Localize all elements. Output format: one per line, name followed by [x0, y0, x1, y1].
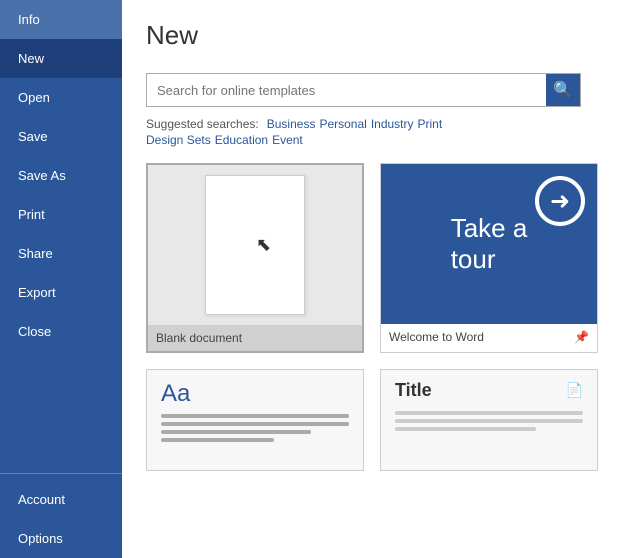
suggested-searches: Suggested searches: Business Personal In… — [146, 117, 598, 131]
template-title[interactable]: Title 📄 — [380, 369, 598, 471]
sidebar-bottom: Account Options — [0, 467, 122, 558]
sidebar-item-new[interactable]: New — [0, 39, 122, 78]
title-line-3 — [395, 427, 536, 431]
sidebar-item-options[interactable]: Options — [0, 519, 122, 558]
document-icon: 📄 — [566, 382, 583, 399]
suggested-link-business[interactable]: Business — [267, 117, 316, 131]
tour-card-preview: ➜ Take a tour — [381, 164, 597, 324]
search-button[interactable]: 🔍 — [546, 74, 580, 106]
tour-text: Take a tour — [435, 213, 544, 275]
page-title: New — [146, 20, 598, 51]
suggested-link-design-sets[interactable]: Design Sets — [146, 133, 211, 147]
title-header: Title 📄 — [395, 380, 583, 401]
sidebar-item-close[interactable]: Close — [0, 312, 122, 351]
aa-letter: Aa — [161, 380, 349, 408]
title-text: Title — [395, 380, 432, 401]
blank-doc-page — [205, 175, 305, 315]
sidebar-item-export[interactable]: Export — [0, 273, 122, 312]
title-line-2 — [395, 419, 583, 423]
suggested-link-education[interactable]: Education — [215, 133, 268, 147]
sidebar-item-account[interactable]: Account — [0, 480, 122, 519]
title-lines — [395, 411, 583, 431]
template-grid: ⬉ Blank document ➜ Take a tour Welcome t… — [146, 163, 598, 471]
main-content: New 🔍 Suggested searches: Business Perso… — [122, 0, 622, 558]
suggested-link-print[interactable]: Print — [418, 117, 443, 131]
aa-line-2 — [161, 422, 349, 426]
suggested-link-industry[interactable]: Industry — [371, 117, 414, 131]
blank-label: Blank document — [156, 331, 242, 345]
blank-label-row: Blank document — [148, 325, 362, 351]
search-icon: 🔍 — [553, 80, 573, 100]
suggested-label: Suggested searches: — [146, 117, 259, 131]
suggested-link-event[interactable]: Event — [272, 133, 303, 147]
sidebar-item-share[interactable]: Share — [0, 234, 122, 273]
tour-label-row: Welcome to Word 📌 — [381, 324, 597, 350]
sidebar-item-save[interactable]: Save — [0, 117, 122, 156]
aa-lines — [161, 414, 349, 442]
template-aa[interactable]: Aa — [146, 369, 364, 471]
suggested-link-personal[interactable]: Personal — [319, 117, 366, 131]
sidebar-item-print[interactable]: Print — [0, 195, 122, 234]
template-blank[interactable]: ⬉ Blank document — [146, 163, 364, 353]
tour-label: Welcome to Word — [389, 330, 484, 344]
sidebar: Info New Open Save Save As Print Share E… — [0, 0, 122, 558]
template-tour[interactable]: ➜ Take a tour Welcome to Word 📌 — [380, 163, 598, 353]
title-card-preview: Title 📄 — [381, 370, 597, 470]
sidebar-item-info[interactable]: Info — [0, 0, 122, 39]
title-line-1 — [395, 411, 583, 415]
aa-line-3 — [161, 430, 311, 434]
aa-line-4 — [161, 438, 274, 442]
blank-card-preview: ⬉ — [148, 165, 362, 325]
sidebar-item-save-as[interactable]: Save As — [0, 156, 122, 195]
suggested-searches-row2: Design Sets Education Event — [146, 133, 598, 147]
pin-icon: 📌 — [574, 330, 589, 344]
sidebar-item-open[interactable]: Open — [0, 78, 122, 117]
aa-line-1 — [161, 414, 349, 418]
tour-arrow-icon: ➜ — [535, 176, 585, 226]
aa-card-preview: Aa — [147, 370, 363, 470]
search-bar: 🔍 — [146, 73, 581, 107]
search-input[interactable] — [147, 83, 546, 98]
